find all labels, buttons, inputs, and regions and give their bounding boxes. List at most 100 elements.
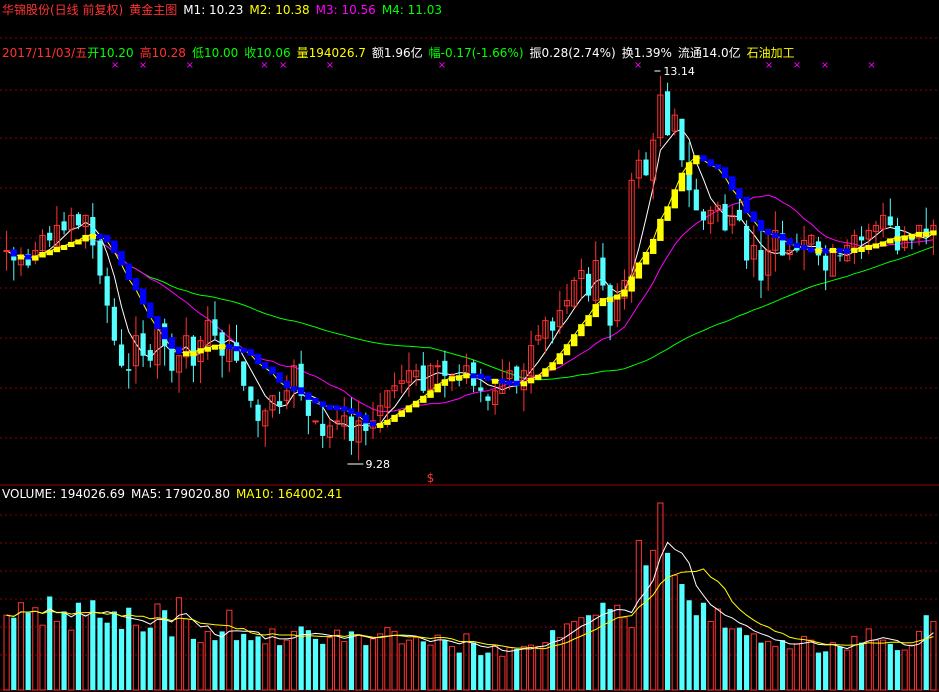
step-up xyxy=(678,172,686,192)
volume-bar-up xyxy=(82,614,89,691)
step-up xyxy=(46,250,53,256)
candle-body-down xyxy=(679,118,685,161)
step-down xyxy=(836,247,844,253)
volume-bar-up xyxy=(3,614,10,691)
step-up xyxy=(693,155,700,165)
candle-body-down xyxy=(126,369,132,371)
step-down xyxy=(111,240,118,253)
step-down xyxy=(226,344,233,350)
step-down xyxy=(513,380,520,386)
volume-bar-up xyxy=(901,649,908,691)
volume-bar-up xyxy=(355,634,362,691)
volume-bar-up xyxy=(750,633,757,691)
candle-body-down xyxy=(277,401,283,406)
candle-body-down xyxy=(722,204,728,231)
step-up xyxy=(398,410,405,417)
step-up xyxy=(815,248,822,254)
step-down xyxy=(736,188,743,199)
step-down xyxy=(233,346,240,352)
volume-bar-down xyxy=(169,636,175,690)
step-down xyxy=(96,233,104,239)
step-up xyxy=(614,294,621,300)
candle-body-down xyxy=(420,365,426,391)
step-up xyxy=(448,376,456,382)
volume-bar-down xyxy=(348,631,355,690)
step-down xyxy=(154,316,161,330)
volume-bar-up xyxy=(621,617,628,691)
step-up xyxy=(405,405,413,413)
step-down xyxy=(240,347,247,353)
step-up xyxy=(89,233,97,239)
candle-body-down xyxy=(485,396,491,401)
volume-bar-up xyxy=(32,607,39,691)
volume-bar-up xyxy=(930,620,937,691)
cross-marker: × xyxy=(765,60,773,71)
volume-bar-down xyxy=(686,600,692,690)
volume-bar-up xyxy=(183,618,190,691)
volume-bar-down xyxy=(700,602,707,690)
volume-bar-up xyxy=(671,574,678,691)
candle-body-up xyxy=(333,420,341,423)
step-down xyxy=(10,249,18,257)
step-down xyxy=(290,386,298,392)
volume-bar-down xyxy=(815,652,822,690)
cross-marker: × xyxy=(867,60,875,71)
step-up xyxy=(635,262,643,279)
kline-chart[interactable]: 13.14 9.28 $ × × × × × × × × × × × × xyxy=(0,0,939,692)
candle-body-down xyxy=(255,404,261,421)
step-down xyxy=(484,375,492,381)
step-down xyxy=(800,244,808,250)
step-up xyxy=(664,206,671,221)
step-up xyxy=(599,298,607,307)
candle-body-down xyxy=(736,209,743,221)
volume-bar-up xyxy=(765,640,772,691)
volume-bar-up xyxy=(53,620,60,691)
step-down xyxy=(772,232,779,238)
step-down xyxy=(161,327,168,340)
candle-body-down xyxy=(233,342,240,361)
volume-bar-up xyxy=(628,627,635,691)
step-up xyxy=(520,381,528,387)
step-down xyxy=(276,372,283,383)
volume-bar-down xyxy=(643,565,649,690)
volume-bar-up xyxy=(269,628,276,691)
high-label: 13.14 xyxy=(663,65,695,78)
step-down xyxy=(24,254,32,260)
step-up xyxy=(182,351,190,357)
volume-bar-up xyxy=(226,609,233,691)
step-down xyxy=(118,250,125,266)
step-up xyxy=(858,246,865,252)
volume-bar-up xyxy=(772,645,779,691)
step-down xyxy=(721,167,729,179)
candle-body-down xyxy=(90,217,96,246)
candle-body-down xyxy=(118,344,125,366)
volume-bar-up xyxy=(578,617,585,691)
step-up xyxy=(17,254,25,260)
volume-bar-down xyxy=(61,611,67,690)
candle-body-down xyxy=(823,255,829,271)
volume-bar-down xyxy=(514,648,520,690)
volume-bar-up xyxy=(448,645,456,691)
step-down xyxy=(297,387,305,395)
volume-bar-up xyxy=(793,643,800,691)
step-up xyxy=(671,189,678,209)
candle-body-up xyxy=(3,249,10,252)
volume-bar-up xyxy=(333,629,341,691)
step-down xyxy=(132,278,140,291)
step-up xyxy=(585,315,592,327)
step-down xyxy=(283,380,291,389)
volume-bar-down xyxy=(722,627,728,690)
volume-bar-down xyxy=(97,617,103,690)
candle-body-down xyxy=(104,276,110,306)
volume-bar-down xyxy=(485,652,491,690)
step-down xyxy=(254,353,262,365)
volume-bar-down xyxy=(25,612,31,690)
volume-bar-up xyxy=(17,602,25,691)
step-up xyxy=(829,247,837,253)
volume-bar-down xyxy=(255,636,261,690)
step-down xyxy=(779,233,786,241)
volume-bar-up xyxy=(844,649,851,691)
step-up xyxy=(39,251,46,258)
step-down xyxy=(247,349,255,356)
step-down xyxy=(822,248,829,254)
